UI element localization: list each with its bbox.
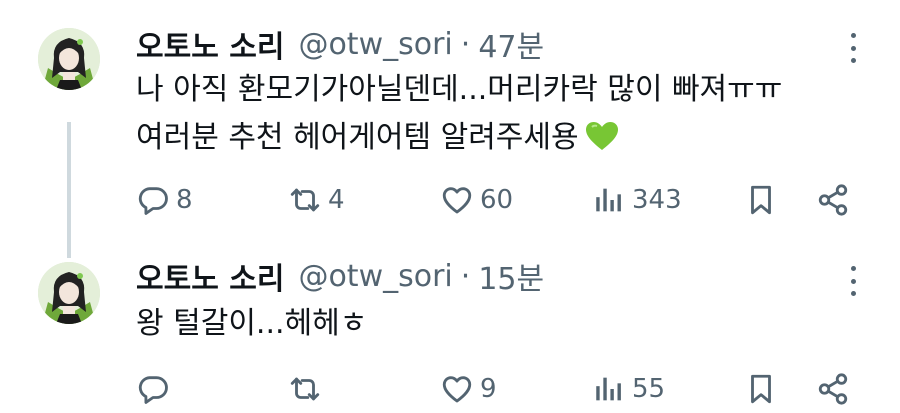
avatar[interactable] <box>38 262 100 324</box>
views-button[interactable]: 55 <box>592 367 665 411</box>
tweet[interactable]: 오토노 소리 @otw_sori · 15분 왕 털갈이...헤헤ㅎ 9 55 <box>0 252 900 413</box>
retweet-count: 4 <box>328 185 345 215</box>
like-count: 60 <box>480 185 514 215</box>
separator-dot: · <box>460 258 471 294</box>
bookmark-button[interactable] <box>744 178 778 222</box>
bookmark-icon <box>744 372 778 406</box>
like-button[interactable]: 9 <box>440 367 497 411</box>
retweet-button[interactable]: 4 <box>288 178 345 222</box>
green-heart-emoji-icon <box>585 118 619 166</box>
action-bar: 8 4 60 343 <box>136 178 864 222</box>
retweet-arrows-icon <box>288 372 322 406</box>
timestamp[interactable]: 15분 <box>478 254 544 298</box>
bar-chart-icon <box>592 183 626 217</box>
share-button[interactable] <box>816 367 850 411</box>
reply-button[interactable] <box>136 367 176 411</box>
speech-bubble-icon <box>136 372 170 406</box>
share-nodes-icon <box>816 183 850 217</box>
bookmark-button[interactable] <box>744 367 778 411</box>
retweet-arrows-icon <box>288 183 322 217</box>
share-button[interactable] <box>816 178 850 222</box>
tweet-thread: 오토노 소리 @otw_sori · 47분 나 아직 환모기가아닐덴데...머… <box>0 0 900 413</box>
tweet-text-line: 왕 털갈이...헤헤ㅎ <box>136 306 368 341</box>
views-count: 55 <box>632 374 666 404</box>
action-bar: 9 55 <box>136 367 864 411</box>
retweet-button[interactable] <box>288 367 328 411</box>
share-nodes-icon <box>816 372 850 406</box>
bookmark-icon <box>744 183 778 217</box>
display-name[interactable]: 오토노 소리 <box>136 22 284 66</box>
heart-outline-icon <box>440 372 474 406</box>
tweet-text: 나 아직 환모기가아닐덴데...머리카락 많이 빠져ㅠㅠ 여러분 추천 헤어게어… <box>136 66 782 166</box>
more-options-icon[interactable] <box>846 33 860 63</box>
like-button[interactable]: 60 <box>440 178 513 222</box>
more-options-icon[interactable] <box>846 266 860 296</box>
avatar[interactable] <box>38 28 100 90</box>
heart-outline-icon <box>440 183 474 217</box>
views-count: 343 <box>632 185 682 215</box>
tweet-header: 오토노 소리 @otw_sori · 47분 <box>136 22 544 66</box>
user-handle[interactable]: @otw_sori <box>298 259 452 294</box>
like-count: 9 <box>480 374 497 404</box>
separator-dot: · <box>460 26 471 62</box>
tweet-header: 오토노 소리 @otw_sori · 15분 <box>136 254 544 298</box>
user-handle[interactable]: @otw_sori <box>298 27 452 62</box>
bar-chart-icon <box>592 372 626 406</box>
display-name[interactable]: 오토노 소리 <box>136 254 284 298</box>
tweet-text-line: 여러분 추천 헤어게어템 알려주세용 <box>136 114 782 166</box>
tweet[interactable]: 오토노 소리 @otw_sori · 47분 나 아직 환모기가아닐덴데...머… <box>0 0 900 252</box>
views-button[interactable]: 343 <box>592 178 682 222</box>
speech-bubble-icon <box>136 183 170 217</box>
tweet-text: 왕 털갈이...헤헤ㅎ <box>136 300 367 348</box>
tweet-text-line: 나 아직 환모기가아닐덴데...머리카락 많이 빠져ㅠㅠ <box>136 72 783 107</box>
reply-button[interactable]: 8 <box>136 178 193 222</box>
reply-count: 8 <box>176 185 193 215</box>
timestamp[interactable]: 47분 <box>478 22 544 66</box>
